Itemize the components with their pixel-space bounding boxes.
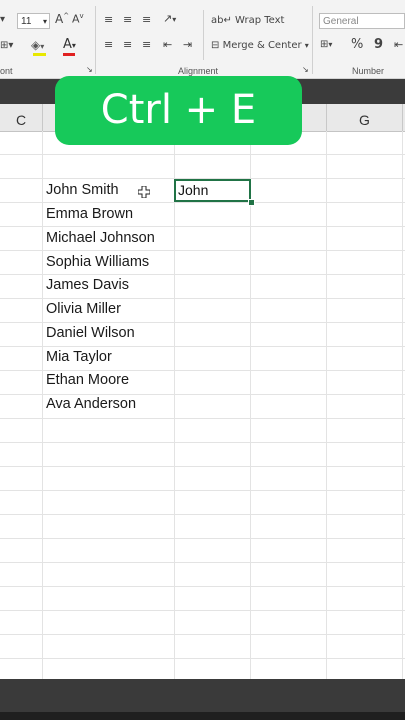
align-right-icon[interactable]: ≡: [142, 38, 151, 51]
column-header-g[interactable]: G: [327, 104, 403, 131]
number-format-combo[interactable]: General: [319, 13, 405, 29]
middle-align-icon[interactable]: ≡: [123, 13, 132, 26]
borders-icon[interactable]: ⊞▾: [0, 40, 13, 51]
align-left-icon[interactable]: ≡: [104, 38, 113, 51]
grid-line: [326, 131, 327, 679]
align-center-icon[interactable]: ≡: [123, 38, 132, 51]
cell-name-3[interactable]: Michael Johnson: [46, 230, 155, 246]
cell-name-8[interactable]: Mia Taylor: [46, 349, 112, 365]
group-label-alignment: Alignment: [178, 66, 219, 76]
grid-line: [0, 610, 405, 611]
font-size-value: 11: [21, 16, 32, 27]
decrease-indent-icon[interactable]: ⇤: [163, 38, 172, 51]
font-size-combo[interactable]: 11 ▾: [17, 13, 50, 29]
group-label-font: ont: [0, 66, 13, 76]
dialog-launcher-icon[interactable]: ↘: [302, 65, 309, 74]
grid-line: [0, 322, 405, 323]
status-bar: [0, 712, 405, 720]
number-format-value: General: [323, 16, 359, 27]
cell-name-10[interactable]: Ava Anderson: [46, 396, 136, 412]
grid-line: [0, 418, 405, 419]
separator: [95, 6, 96, 74]
cell-name-2[interactable]: Emma Brown: [46, 206, 133, 222]
accounting-format-icon[interactable]: ⊞▾: [320, 39, 332, 50]
cell-name-5[interactable]: James Davis: [46, 277, 129, 293]
bottom-align-icon[interactable]: ≡: [142, 13, 151, 26]
grid-line: [0, 442, 405, 443]
cell-name-1[interactable]: John Smith: [46, 182, 119, 198]
grid-line: [0, 586, 405, 587]
grid-line: [174, 131, 175, 679]
grid-line: [0, 658, 405, 659]
grid-line: [0, 298, 405, 299]
sheet-tabs-bar: [0, 679, 405, 720]
grid-line: [0, 202, 405, 203]
cell-name-6[interactable]: Olivia Miller: [46, 301, 121, 317]
grid-line: [0, 346, 405, 347]
merge-center-button[interactable]: ⊟ Merge & Center ▾: [211, 40, 309, 51]
active-cell-value: John: [178, 182, 209, 198]
grid-line: [0, 394, 405, 395]
shortcut-overlay: Ctrl + E: [55, 76, 302, 145]
cell-cursor-icon: [138, 186, 150, 198]
cell-name-4[interactable]: Sophia Williams: [46, 254, 149, 270]
grid-line: [0, 250, 405, 251]
fill-color-icon[interactable]: ◈▾: [31, 38, 44, 52]
grid-line: [0, 226, 405, 227]
wrap-text-button[interactable]: ab↵ Wrap Text: [211, 15, 284, 26]
increase-font-size-icon[interactable]: A^: [55, 12, 69, 26]
grid-line: [0, 514, 405, 515]
ribbon: ▾ 11 ▾ A^ Av ⊞▾ ◈▾ A▾ ont ↘ ≡ ≡ ≡ ↗▾ ≡ ≡…: [0, 0, 405, 79]
grid-line: [0, 466, 405, 467]
grid-line: [402, 131, 403, 679]
orientation-icon[interactable]: ↗▾: [163, 12, 176, 25]
grid-line: [0, 490, 405, 491]
grid-line: [42, 131, 43, 679]
increase-decimal-icon[interactable]: ⇤: [394, 38, 403, 51]
cell-name-7[interactable]: Daniel Wilson: [46, 325, 135, 341]
merge-center-icon: ⊟: [211, 40, 220, 51]
merge-center-label: Merge & Center: [222, 40, 302, 51]
chevron-down-icon: ▾: [304, 41, 309, 50]
group-label-number: Number: [352, 66, 385, 76]
grid-line: [0, 634, 405, 635]
increase-indent-icon[interactable]: ⇥: [183, 38, 192, 51]
percent-style-button[interactable]: %: [351, 37, 363, 52]
column-header-c[interactable]: C: [0, 104, 43, 131]
comma-style-button[interactable]: 9: [374, 37, 383, 52]
wrap-text-label: Wrap Text: [235, 15, 285, 26]
grid-line: [0, 538, 405, 539]
chevron-down-icon: ▾: [42, 17, 47, 26]
shortcut-label: Ctrl + E: [100, 87, 257, 133]
decrease-font-size-icon[interactable]: Av: [72, 12, 84, 26]
grid-line: [0, 274, 405, 275]
font-color-icon[interactable]: A▾: [63, 37, 76, 52]
grid-line: [0, 370, 405, 371]
active-cell[interactable]: John: [174, 179, 251, 202]
separator: [203, 10, 204, 60]
fill-color-swatch: [33, 53, 46, 56]
grid-line: [0, 154, 405, 155]
grid-line: [0, 562, 405, 563]
dialog-launcher-icon[interactable]: ↘: [86, 65, 93, 74]
fill-handle[interactable]: [248, 199, 255, 206]
wrap-text-icon: ab↵: [211, 15, 232, 26]
top-align-icon[interactable]: ≡: [104, 13, 113, 26]
grid-line: [250, 131, 251, 679]
chevron-down-icon[interactable]: ▾: [0, 14, 5, 25]
cell-name-9[interactable]: Ethan Moore: [46, 372, 129, 388]
font-color-swatch: [63, 53, 75, 56]
separator: [312, 6, 313, 74]
